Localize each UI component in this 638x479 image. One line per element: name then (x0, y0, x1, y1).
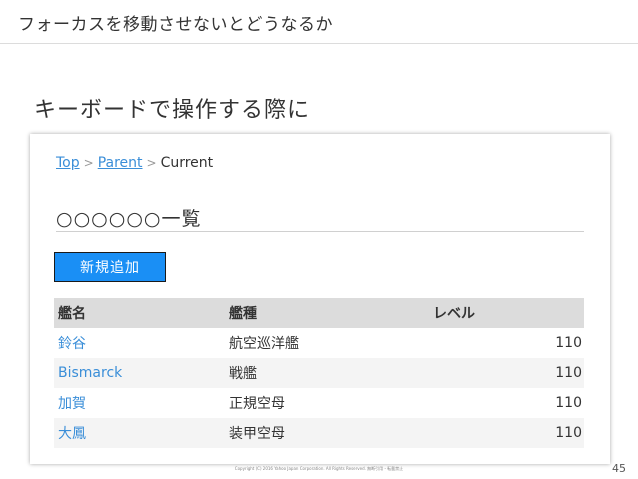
breadcrumb-link-parent[interactable]: Parent (98, 155, 143, 171)
ship-name-link[interactable]: 大鳳 (54, 418, 225, 448)
column-header-name: 艦名 (54, 298, 225, 328)
ship-type: 航空巡洋艦 (229, 336, 299, 352)
ship-level: 110 (555, 395, 582, 411)
copyright-notice: Copyright (C) 2016 Yahoo Japan Corporati… (234, 466, 404, 471)
table-row: 加賀 正規空母 110 (54, 388, 584, 418)
table-header-row: 艦名 艦種 レベル (54, 298, 584, 328)
add-new-button[interactable]: 新規追加 (54, 252, 166, 282)
page-title: ○○○○○○一覧 (56, 208, 202, 230)
ship-level: 110 (555, 335, 582, 351)
column-header-level: レベル (429, 298, 584, 328)
ship-table: 艦名 艦種 レベル 鈴谷 航空巡洋艦 110 Bismarck 戦艦 110 加… (54, 298, 584, 448)
breadcrumb: Top > Parent > Current (56, 155, 213, 171)
ship-type: 戦艦 (225, 358, 429, 388)
ship-name-link[interactable]: 加賀 (54, 388, 225, 418)
ship-level: 110 (429, 358, 584, 388)
title-divider (56, 231, 584, 232)
mock-page-window: Top > Parent > Current ○○○○○○一覧 新規追加 艦名 艦種 レ… (30, 134, 610, 464)
ship-name-link[interactable]: 鈴谷 (54, 328, 225, 358)
breadcrumb-link-top[interactable]: Top (56, 155, 80, 171)
table-row: 大鳳 装甲空母 110 (54, 418, 584, 448)
table-row: 鈴谷 航空巡洋艦 110 (54, 328, 584, 358)
column-header-type: 艦種 (225, 298, 429, 328)
table-row: Bismarck 戦艦 110 (54, 358, 584, 388)
breadcrumb-separator: > (146, 156, 157, 170)
breadcrumb-separator: > (83, 156, 94, 170)
ship-name-link[interactable]: Bismarck (54, 358, 225, 388)
slide-title: フォーカスを移動させないとどうなるか (18, 15, 333, 35)
ship-type: 正規空母 (229, 396, 285, 412)
ship-level: 110 (429, 418, 584, 448)
section-heading: キーボードで操作する際に (34, 98, 311, 123)
slide-header: フォーカスを移動させないとどうなるか (0, 0, 638, 44)
breadcrumb-current: Current (160, 155, 214, 171)
page-number: 45 (612, 462, 626, 475)
ship-type: 装甲空母 (225, 418, 429, 448)
